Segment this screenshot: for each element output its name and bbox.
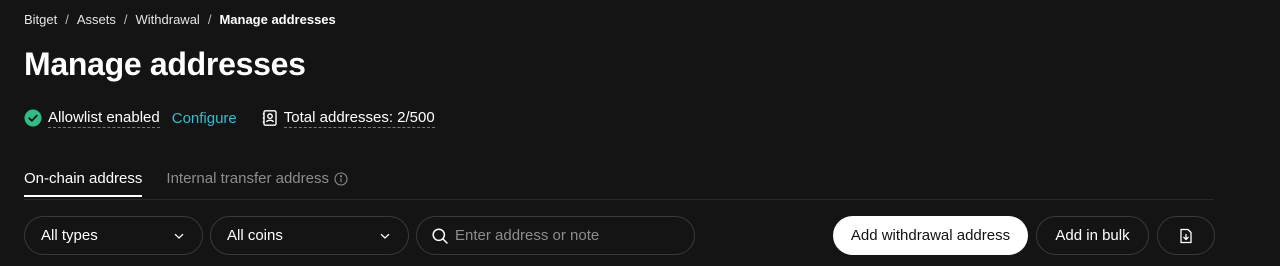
breadcrumb: Bitget / Assets / Withdrawal / Manage ad… <box>24 12 336 27</box>
breadcrumb-separator: / <box>207 12 212 27</box>
export-button[interactable] <box>1157 216 1215 255</box>
allowlist-status-label: Allowlist enabled <box>48 108 160 128</box>
breadcrumb-item-withdrawal[interactable]: Withdrawal <box>136 12 200 27</box>
tab-on-chain-address[interactable]: On-chain address <box>24 170 143 197</box>
breadcrumb-item-bitget[interactable]: Bitget <box>24 12 57 27</box>
chevron-down-icon <box>378 229 392 243</box>
address-tabs: On-chain address Internal transfer addre… <box>24 170 348 197</box>
breadcrumb-separator: / <box>123 12 128 27</box>
breadcrumb-current: Manage addresses <box>219 12 336 27</box>
configure-link[interactable]: Configure <box>172 110 237 127</box>
search-icon <box>431 227 449 245</box>
check-circle-icon <box>24 109 42 127</box>
info-icon[interactable] <box>334 171 348 186</box>
tabs-divider <box>24 199 1214 200</box>
search-input[interactable] <box>455 227 675 244</box>
type-select[interactable]: All types <box>24 216 203 255</box>
breadcrumb-separator: / <box>65 12 69 27</box>
breadcrumb-item-assets[interactable]: Assets <box>77 12 116 27</box>
coin-select[interactable]: All coins <box>210 216 409 255</box>
address-book-icon <box>261 109 279 127</box>
page-title: Manage addresses <box>24 46 306 82</box>
type-select-value: All types <box>41 227 98 244</box>
tab-internal-transfer-address[interactable]: Internal transfer address <box>166 170 348 197</box>
chevron-down-icon <box>172 229 186 243</box>
total-addresses: Total addresses: 2/500 <box>283 108 435 128</box>
search-box[interactable] <box>416 216 695 255</box>
tab-label: Internal transfer address <box>166 170 329 187</box>
coin-select-value: All coins <box>227 227 283 244</box>
add-in-bulk-button[interactable]: Add in bulk <box>1036 216 1149 255</box>
add-withdrawal-address-button[interactable]: Add withdrawal address <box>833 216 1028 255</box>
tab-label: On-chain address <box>24 170 143 187</box>
file-download-icon <box>1179 228 1193 244</box>
toolbar: All types All coins Add withdrawal addre… <box>0 216 1280 255</box>
status-row: Allowlist enabled Configure Total addres… <box>24 107 435 129</box>
